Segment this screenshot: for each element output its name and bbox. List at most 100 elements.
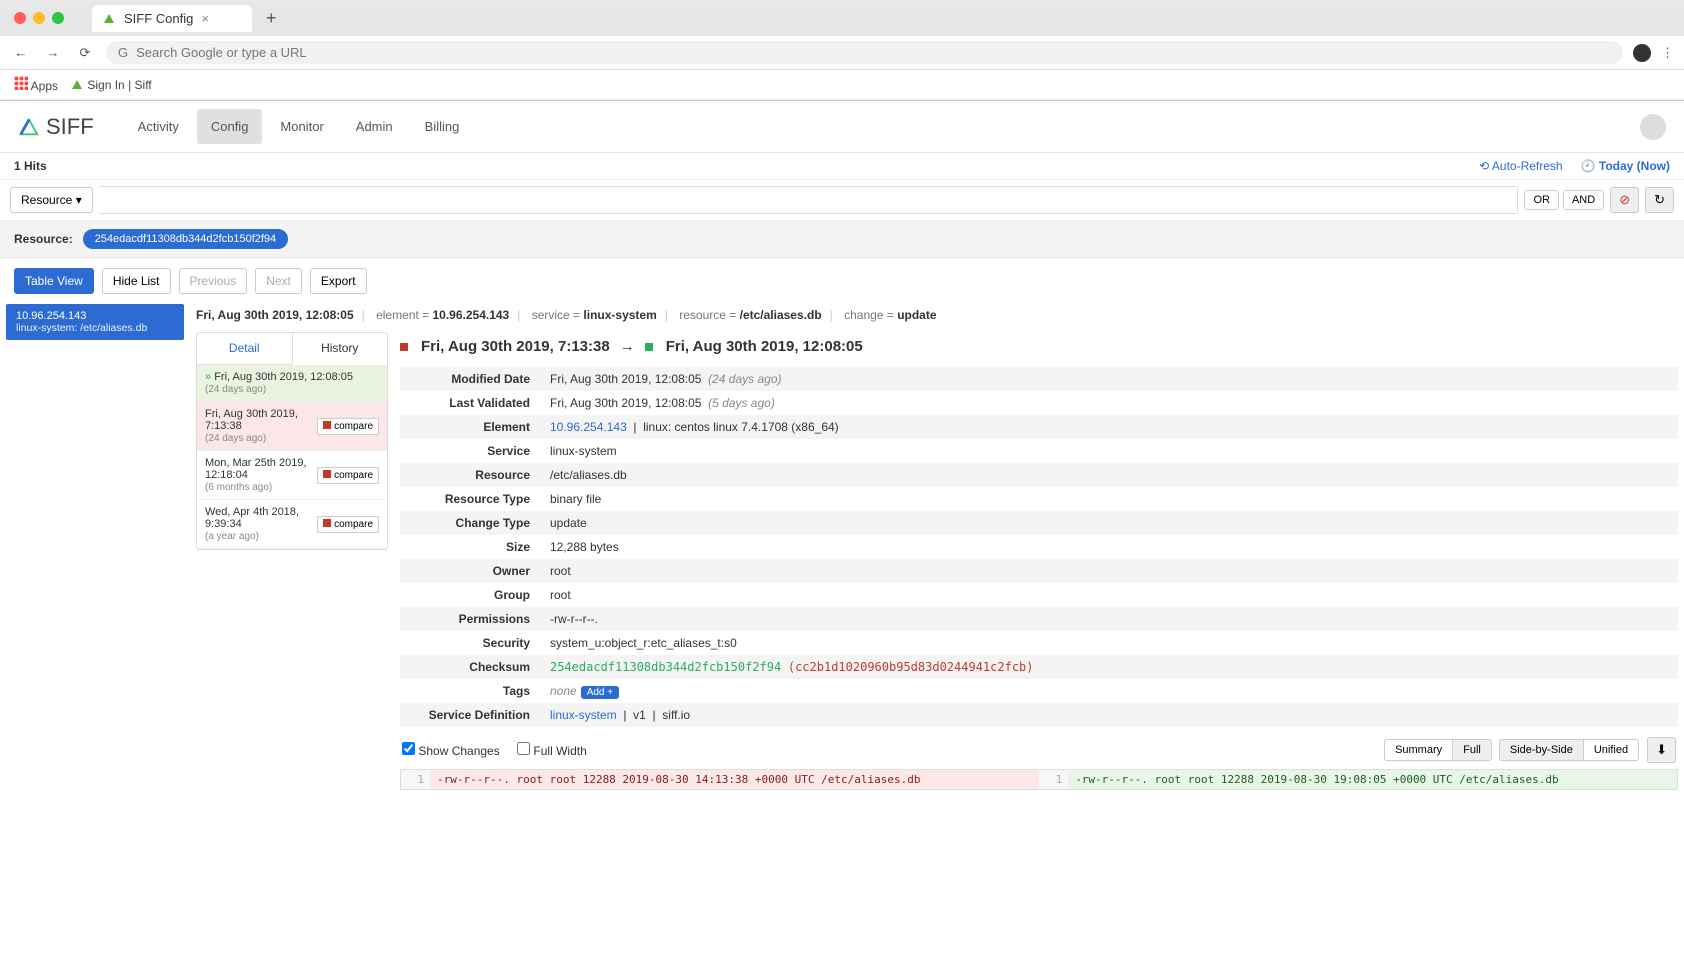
diff-old-line: -rw-r--r--. root root 12288 2019-08-30 1… <box>431 770 1039 790</box>
compare-from-icon <box>323 421 331 429</box>
service-def-link[interactable]: linux-system <box>550 708 617 722</box>
show-changes-checkbox[interactable]: Show Changes <box>402 744 500 758</box>
hide-list-button[interactable]: Hide List <box>102 268 171 294</box>
download-diff-icon[interactable]: ⬇ <box>1647 737 1676 763</box>
compare-to-icon <box>645 343 653 351</box>
result-list: 10.96.254.143 linux-system: /etc/aliases… <box>0 304 190 340</box>
resource-dropdown-button[interactable]: Resource ▾ <box>10 187 93 213</box>
compare-to-ts: Fri, Aug 30th 2019, 12:08:05 <box>666 338 863 355</box>
main-panel: Fri, Aug 30th 2019, 12:08:05| element = … <box>190 304 1684 810</box>
detail-table: Modified DateFri, Aug 30th 2019, 12:08:0… <box>400 367 1678 727</box>
nav-activity[interactable]: Activity <box>124 109 193 144</box>
app-header: SIFF Activity Config Monitor Admin Billi… <box>0 101 1684 153</box>
signin-bookmark[interactable]: Sign In | Siff <box>72 78 152 92</box>
clock-icon: 🕘 <box>1581 159 1596 173</box>
result-resource: linux-system: /etc/aliases.db <box>16 322 174 334</box>
window-controls[interactable] <box>8 12 64 24</box>
filter-bar: Resource: 254edacdf11308db344d2fcb150f2f… <box>0 221 1684 258</box>
hits-count: 1 Hits <box>14 159 47 173</box>
profile-avatar-icon[interactable] <box>1633 44 1651 62</box>
close-tab-icon[interactable]: × <box>201 11 209 26</box>
compare-from-icon <box>400 343 408 351</box>
auto-refresh-link[interactable]: ⟲ Auto-Refresh <box>1479 159 1562 173</box>
result-card[interactable]: 10.96.254.143 linux-system: /etc/aliases… <box>6 304 184 340</box>
bookmark-favicon-icon <box>72 80 82 89</box>
next-button[interactable]: Next <box>255 268 302 294</box>
history-item[interactable]: Fri, Aug 30th 2019, 7:13:38(24 days ago)… <box>197 402 387 451</box>
history-item[interactable]: » Fri, Aug 30th 2019, 12:08:05(24 days a… <box>197 365 387 402</box>
export-button[interactable]: Export <box>310 268 367 294</box>
new-tab-button[interactable]: + <box>260 8 283 29</box>
apps-grid-icon <box>14 76 28 90</box>
chevron-down-icon: ▾ <box>76 193 82 207</box>
user-avatar-icon[interactable] <box>1640 114 1666 140</box>
refresh-icon: ⟲ <box>1479 159 1489 173</box>
previous-button[interactable]: Previous <box>179 268 248 294</box>
compare-from-ts: Fri, Aug 30th 2019, 7:13:38 <box>421 338 610 355</box>
bookmark-bar: Apps Sign In | Siff <box>0 70 1684 100</box>
nav-admin[interactable]: Admin <box>342 109 407 144</box>
checksum-old: (cc2b1d1020960b95d83d0244941c2fcb) <box>788 660 1034 674</box>
history-item[interactable]: Mon, Mar 25th 2019, 12:18:04(6 months ag… <box>197 451 387 500</box>
filter-label: Resource: <box>14 232 73 246</box>
breadcrumb: Fri, Aug 30th 2019, 12:08:05| element = … <box>196 304 1678 332</box>
diff-table: 1 -rw-r--r--. root root 12288 2019-08-30… <box>400 769 1678 790</box>
tab-title: SIFF Config <box>124 11 193 26</box>
status-bar: 1 Hits ⟲ Auto-Refresh 🕘 Today (Now) <box>0 153 1684 180</box>
omnibox[interactable]: G Search Google or type a URL <box>106 41 1623 64</box>
bc-timestamp: Fri, Aug 30th 2019, 12:08:05 <box>196 308 354 322</box>
filter-pill[interactable]: 254edacdf11308db344d2fcb150f2f94 <box>83 229 288 249</box>
layout-sidebyside-button[interactable]: Side-by-Side <box>1499 739 1584 761</box>
brand-logo[interactable]: SIFF <box>18 114 94 140</box>
nav-billing[interactable]: Billing <box>411 109 474 144</box>
brand-icon <box>18 116 40 138</box>
compare-heading: Fri, Aug 30th 2019, 7:13:38 → Fri, Aug 3… <box>400 332 1678 367</box>
nav-config[interactable]: Config <box>197 109 263 144</box>
back-icon[interactable]: ← <box>10 45 32 60</box>
compare-button[interactable]: compare <box>317 467 379 484</box>
view-full-button[interactable]: Full <box>1452 739 1492 761</box>
tab-history[interactable]: History <box>292 333 388 365</box>
browser-chrome: SIFF Config × + ← → ⟳ G Search Google or… <box>0 0 1684 101</box>
minimize-window-icon[interactable] <box>33 12 45 24</box>
maximize-window-icon[interactable] <box>52 12 64 24</box>
layout-unified-button[interactable]: Unified <box>1583 739 1639 761</box>
compare-button[interactable]: compare <box>317 418 379 435</box>
close-window-icon[interactable] <box>14 12 26 24</box>
diff-new-line: -rw-r--r--. root root 12288 2019-08-30 1… <box>1069 770 1678 790</box>
workspace: 10.96.254.143 linux-system: /etc/aliases… <box>0 304 1684 810</box>
time-range-link[interactable]: 🕘 Today (Now) <box>1581 159 1670 173</box>
detail-pane: Fri, Aug 30th 2019, 7:13:38 → Fri, Aug 3… <box>400 332 1678 790</box>
result-ip: 10.96.254.143 <box>16 310 174 322</box>
add-tag-button[interactable]: Add + <box>581 686 619 699</box>
forward-icon[interactable]: → <box>42 45 64 60</box>
checksum-new: 254edacdf11308db344d2fcb150f2f94 <box>550 660 781 674</box>
run-query-icon[interactable]: ↻ <box>1645 187 1674 213</box>
diff-line-no: 1 <box>1039 770 1069 790</box>
browser-tab[interactable]: SIFF Config × <box>92 5 252 32</box>
diff-line-no: 1 <box>401 770 431 790</box>
omnibox-placeholder: Search Google or type a URL <box>136 45 307 60</box>
table-view-button[interactable]: Table View <box>14 268 94 294</box>
reload-icon[interactable]: ⟳ <box>74 45 96 61</box>
and-button[interactable]: AND <box>1563 190 1604 210</box>
nav-monitor[interactable]: Monitor <box>266 109 337 144</box>
element-link[interactable]: 10.96.254.143 <box>550 420 627 434</box>
history-marker-icon: » <box>205 371 211 383</box>
browser-tab-bar: SIFF Config × + <box>0 0 1684 36</box>
main-nav: Activity Config Monitor Admin Billing <box>124 109 474 144</box>
clear-query-icon[interactable]: ⊘ <box>1610 187 1639 213</box>
search-provider-icon: G <box>118 45 128 60</box>
or-button[interactable]: OR <box>1524 190 1559 210</box>
browser-menu-icon[interactable]: ⋮ <box>1661 45 1674 61</box>
diff-view-group: Summary Full <box>1385 739 1492 761</box>
tab-detail[interactable]: Detail <box>197 333 292 364</box>
full-width-checkbox[interactable]: Full Width <box>517 744 587 758</box>
query-input[interactable] <box>99 186 1519 214</box>
diff-layout-group: Side-by-Side Unified <box>1500 739 1639 761</box>
history-item[interactable]: Wed, Apr 4th 2018, 9:39:34(a year ago) c… <box>197 500 387 549</box>
compare-button[interactable]: compare <box>317 516 379 533</box>
apps-bookmark[interactable]: Apps <box>14 76 58 93</box>
query-bar: Resource ▾ OR AND ⊘ ↻ <box>0 180 1684 221</box>
view-summary-button[interactable]: Summary <box>1384 739 1453 761</box>
